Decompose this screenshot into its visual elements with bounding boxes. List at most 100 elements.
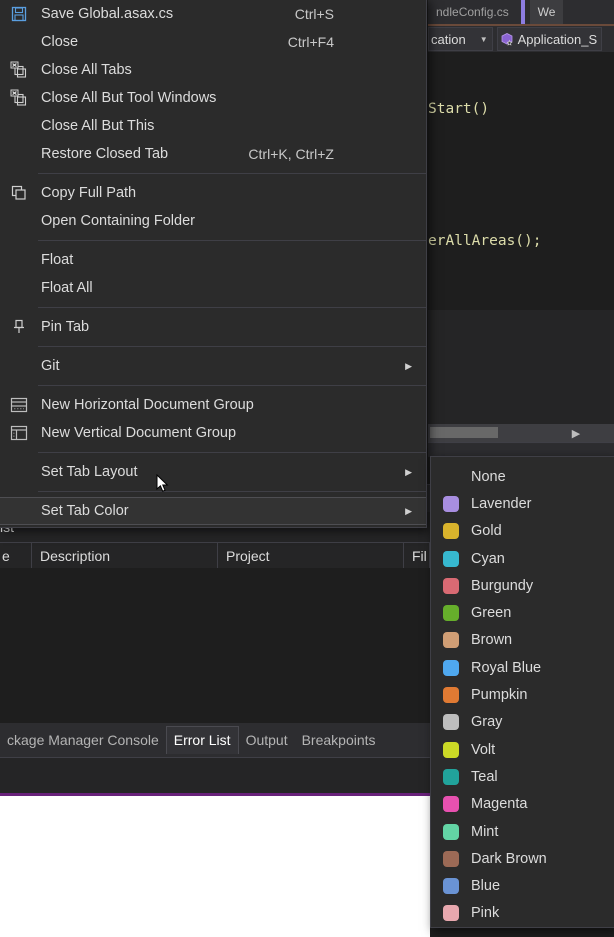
menu-item-float-all[interactable]: Float All: [0, 274, 426, 302]
editor-lower-blank-region: [428, 310, 614, 432]
color-item-green[interactable]: Green: [431, 599, 614, 626]
menu-item-label: Float: [38, 252, 334, 268]
menu-item-set-tab-layout[interactable]: Set Tab Layout ▶: [0, 458, 426, 486]
member-dropdown[interactable]: Application_S: [497, 27, 603, 51]
color-item-label: Burgundy: [471, 578, 533, 594]
color-item-label: Gold: [471, 523, 502, 539]
chevron-right-icon[interactable]: ▶: [568, 425, 584, 441]
color-item-lavender[interactable]: Lavender: [431, 490, 614, 517]
color-item-label: Cyan: [471, 551, 505, 567]
color-item-volt[interactable]: Volt: [431, 736, 614, 763]
menu-item-open-containing-folder[interactable]: Open Containing Folder: [0, 207, 426, 235]
no-icon: [0, 207, 38, 235]
error-list-body[interactable]: [0, 568, 430, 723]
menu-item-set-tab-color[interactable]: Set Tab Color ▶: [0, 497, 426, 525]
menu-item-restore-closed-tab[interactable]: Restore Closed Tab Ctrl+K, Ctrl+Z: [0, 140, 426, 168]
scope-dropdown-label: cation: [431, 32, 466, 47]
color-swatch-icon: [431, 496, 471, 512]
menu-item-label: Copy Full Path: [38, 185, 334, 201]
color-item-label: Green: [471, 605, 511, 621]
column-header-code[interactable]: e: [0, 543, 32, 569]
scope-dropdown[interactable]: cation ▼: [428, 27, 493, 51]
menu-separator: [38, 307, 426, 308]
method-icon: [500, 32, 514, 46]
code-editor-surface[interactable]: Start() erAllAreas(); e(GlobalConfigurat…: [428, 52, 614, 294]
color-item-label: Magenta: [471, 796, 527, 812]
color-item-label: Lavender: [471, 496, 531, 512]
set-tab-color-submenu: None Lavender Gold Cyan Burgundy Green B…: [430, 456, 614, 928]
menu-item-new-horizontal-document-group[interactable]: New Horizontal Document Group: [0, 391, 426, 419]
color-item-dark-brown[interactable]: Dark Brown: [431, 845, 614, 872]
desktop-white-area: [0, 796, 430, 937]
menu-item-label: New Vertical Document Group: [38, 425, 334, 441]
color-swatch-icon: [431, 851, 471, 867]
editor-tab-web[interactable]: We: [530, 0, 564, 24]
color-item-pumpkin[interactable]: Pumpkin: [431, 681, 614, 708]
tab-error-list[interactable]: Error List: [166, 726, 239, 754]
chevron-down-icon: ▼: [480, 35, 488, 44]
color-item-brown[interactable]: Brown: [431, 627, 614, 654]
color-item-gold[interactable]: Gold: [431, 518, 614, 545]
menu-item-copy-full-path[interactable]: Copy Full Path: [0, 179, 426, 207]
tab-package-manager-console[interactable]: ckage Manager Console: [0, 727, 166, 753]
menu-separator: [38, 491, 426, 492]
copy-path-icon: [0, 179, 38, 207]
tab-output[interactable]: Output: [239, 727, 295, 753]
color-item-mint[interactable]: Mint: [431, 818, 614, 845]
menu-item-git[interactable]: Git ▶: [0, 352, 426, 380]
no-icon: [0, 140, 38, 168]
color-swatch-icon: [431, 769, 471, 785]
menu-item-pin-tab[interactable]: Pin Tab: [0, 313, 426, 341]
tab-breakpoints[interactable]: Breakpoints: [295, 727, 383, 753]
menu-item-new-vertical-document-group[interactable]: New Vertical Document Group: [0, 419, 426, 447]
menu-separator: [38, 240, 426, 241]
color-item-label: Pink: [471, 905, 499, 921]
menu-item-label: Close: [38, 34, 288, 50]
code-line: Start(): [428, 98, 614, 120]
color-item-burgundy[interactable]: Burgundy: [431, 572, 614, 599]
color-swatch-icon: [431, 714, 471, 730]
editor-tab-accent: [521, 0, 525, 24]
menu-item-label: Open Containing Folder: [38, 213, 334, 229]
no-icon: [0, 112, 38, 140]
menu-item-shortcut: Ctrl+K, Ctrl+Z: [248, 146, 426, 162]
menu-item-close[interactable]: Close Ctrl+F4: [0, 28, 426, 56]
color-item-teal[interactable]: Teal: [431, 763, 614, 790]
code-text: erAllAreas();: [428, 233, 542, 249]
chevron-right-icon: ▶: [405, 361, 412, 372]
color-item-pink[interactable]: Pink: [431, 900, 614, 927]
no-icon: [0, 458, 38, 486]
no-icon: [0, 246, 38, 274]
color-item-magenta[interactable]: Magenta: [431, 791, 614, 818]
editor-tab-bundleconfig[interactable]: ndleConfig.cs: [428, 0, 517, 24]
color-item-royal-blue[interactable]: Royal Blue: [431, 654, 614, 681]
color-item-label: Brown: [471, 632, 512, 648]
menu-item-close-all-but-this[interactable]: Close All But This: [0, 112, 426, 140]
column-header-description[interactable]: Description: [32, 543, 218, 569]
menu-item-save[interactable]: Save Global.asax.cs Ctrl+S: [0, 0, 426, 28]
color-item-label: Blue: [471, 878, 500, 894]
color-item-label: Royal Blue: [471, 660, 541, 676]
column-header-file[interactable]: Fil: [404, 543, 430, 569]
menu-separator: [38, 452, 426, 453]
menu-item-close-all-tabs[interactable]: Close All Tabs: [0, 56, 426, 84]
horizontal-scrollbar-thumb[interactable]: [430, 427, 498, 438]
menu-item-close-all-but-tool-windows[interactable]: Close All But Tool Windows: [0, 84, 426, 112]
color-item-none[interactable]: None: [431, 463, 614, 490]
tab-context-menu: Save Global.asax.cs Ctrl+S Close Ctrl+F4…: [0, 0, 427, 528]
color-item-label: Pumpkin: [471, 687, 527, 703]
vertical-group-icon: [0, 419, 38, 447]
save-icon: [0, 0, 38, 28]
column-header-project[interactable]: Project: [218, 543, 404, 569]
color-swatch-icon: [431, 578, 471, 594]
menu-item-float[interactable]: Float: [0, 246, 426, 274]
color-swatch-icon: [431, 605, 471, 621]
menu-separator: [38, 346, 426, 347]
code-text: Start(): [428, 101, 489, 117]
color-item-cyan[interactable]: Cyan: [431, 545, 614, 572]
color-swatch-icon: [431, 824, 471, 840]
close-all-but-tools-icon: [0, 84, 38, 112]
color-item-blue[interactable]: Blue: [431, 872, 614, 899]
editor-tab-strip: ndleConfig.cs We: [428, 0, 614, 26]
color-item-gray[interactable]: Gray: [431, 709, 614, 736]
